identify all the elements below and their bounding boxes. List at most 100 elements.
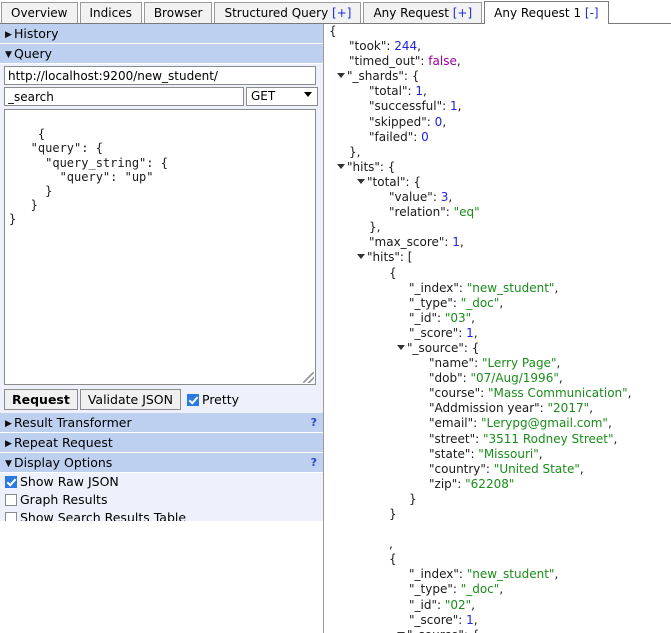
json-token-n: 1 (466, 612, 474, 627)
option-show-search-results-table[interactable]: Show Search Results Table (0, 509, 323, 521)
json-token-p: { (329, 24, 337, 38)
chevron-down-icon (304, 92, 312, 97)
json-line: , (325, 537, 671, 552)
collapse-triangle-icon[interactable] (397, 344, 405, 350)
json-line: "course": "Mass Communication", (325, 386, 671, 401)
section-history-label: History (14, 26, 59, 41)
request-button[interactable]: Request (4, 389, 78, 410)
pretty-checkbox[interactable]: Pretty (187, 392, 239, 407)
json-token-p: , (417, 39, 421, 54)
http-method-select[interactable]: GET (246, 87, 318, 106)
checkbox-box (5, 476, 17, 488)
json-token-s: "2017" (547, 401, 590, 416)
expanded-arrow-icon: ▼ (5, 50, 12, 60)
collapse-triangle-icon[interactable] (337, 73, 345, 79)
tab-bar: Overview Indices Browser Structured Query [… (0, 0, 671, 24)
json-token-k: "_shards": { (347, 69, 420, 84)
json-token-p: , (389, 537, 393, 552)
json-token-k: "hits": { (347, 159, 396, 174)
tab-any-request[interactable]: Any Request [+] (363, 2, 483, 23)
json-line: "hits": [ (325, 250, 671, 265)
json-line: }, (325, 145, 671, 160)
expanded-arrow-icon: ▼ (5, 459, 12, 469)
tab-add-icon[interactable]: [+] (449, 6, 472, 20)
section-query-label: Query (14, 46, 52, 61)
json-token-p: , (442, 114, 447, 129)
collapse-triangle-icon[interactable] (357, 254, 365, 260)
tab-remove-icon[interactable]: [-] (581, 6, 599, 20)
json-token-n: 1 (466, 325, 474, 340)
json-line: "_score": 1, (325, 326, 671, 341)
tab-browser[interactable]: Browser (143, 2, 213, 23)
section-result-transformer[interactable]: ▶ Result Transformer ? (0, 413, 323, 433)
json-token-s: "3511 Rodney Street" (483, 431, 614, 446)
tab-indices[interactable]: Indices (79, 2, 142, 23)
json-token-k: "_score": (409, 612, 467, 627)
response-json-viewer[interactable]: {"took": 244, "timed_out": false, "_shards… (325, 24, 671, 633)
pretty-checkbox-box (187, 394, 199, 406)
display-options-list: Show Raw JSON Graph Results Show Search Re… (0, 473, 323, 521)
resize-handle[interactable] (303, 372, 314, 383)
json-token-p: , (459, 235, 464, 250)
json-line: "failed": 0 (325, 130, 671, 145)
tab-structured-query[interactable]: Structured Query [+] (214, 2, 362, 23)
validate-json-button[interactable]: Validate JSON (79, 389, 181, 410)
json-line: "name": "Lerry Page", (325, 356, 671, 371)
json-token-p: , (556, 356, 561, 371)
help-icon[interactable]: ? (311, 413, 317, 433)
json-line: "Addmission year": "2017", (325, 401, 671, 416)
section-repeat-request[interactable]: ▶ Repeat Request (0, 433, 323, 453)
json-token-k: "skipped": (369, 114, 435, 129)
option-show-raw-json[interactable]: Show Raw JSON (0, 473, 323, 491)
json-line: "_source": { (325, 628, 671, 633)
json-line: { (325, 266, 671, 281)
json-token-k: "zip": (429, 476, 466, 491)
json-token-p: , (473, 612, 478, 627)
tab-label: Any Request (373, 6, 449, 20)
section-display-options[interactable]: ▼ Display Options ? (0, 453, 323, 473)
json-token-k: "_source": { (407, 628, 479, 633)
section-history[interactable]: ▶ History (0, 24, 323, 44)
json-token-p: } (389, 507, 397, 521)
section-query[interactable]: ▼ Query (0, 44, 323, 64)
option-label: Show Raw JSON (20, 474, 119, 489)
request-body-editor[interactable]: { "query": { "query_string": { "query": … (4, 109, 316, 385)
json-line: "timed_out": false, (325, 54, 671, 69)
endpoint-input[interactable] (4, 87, 244, 106)
collapse-triangle-icon[interactable] (357, 178, 365, 184)
json-token-s: "Lerypg@gmail.com" (481, 416, 608, 431)
tab-label: Browser (153, 6, 203, 20)
json-token-p: }, (349, 144, 361, 159)
json-token-k: "failed": (369, 129, 422, 144)
json-line: "street": "3511 Rodney Street", (325, 432, 671, 447)
json-line: } (325, 507, 671, 522)
json-token-s: "_doc" (460, 582, 500, 597)
json-token-s: "United State" (493, 461, 580, 476)
tab-add-icon[interactable]: [+] (328, 6, 351, 20)
json-line: "total": { (325, 175, 671, 190)
url-row (0, 64, 323, 85)
json-token-k: "value": (389, 190, 441, 205)
json-line: "_type": "_doc", (325, 582, 671, 597)
json-token-p: , (554, 567, 559, 582)
json-token-p: , (499, 582, 504, 597)
json-token-k: "course": (429, 386, 489, 401)
json-line: { (325, 24, 671, 39)
section-repeat-request-label: Repeat Request (14, 435, 113, 450)
json-token-s: "62208" (465, 476, 515, 491)
json-token-k: "_index": (409, 567, 467, 582)
json-token-p: }, (369, 220, 381, 235)
json-token-n: 1 (452, 235, 460, 250)
tab-overview[interactable]: Overview (1, 2, 78, 23)
tab-any-request-1[interactable]: Any Request 1 [-] (484, 1, 609, 24)
json-line: "total": 1, (325, 84, 671, 99)
json-token-k: "relation": (389, 205, 454, 220)
json-line: "relation": "eq" (325, 205, 671, 220)
tab-label: Any Request 1 (494, 6, 582, 20)
json-token-p: , (456, 54, 461, 69)
url-input[interactable] (4, 66, 316, 85)
json-token-n: 1 (415, 84, 423, 99)
collapse-triangle-icon[interactable] (337, 163, 345, 169)
help-icon[interactable]: ? (311, 453, 317, 473)
option-graph-results[interactable]: Graph Results (0, 491, 323, 509)
